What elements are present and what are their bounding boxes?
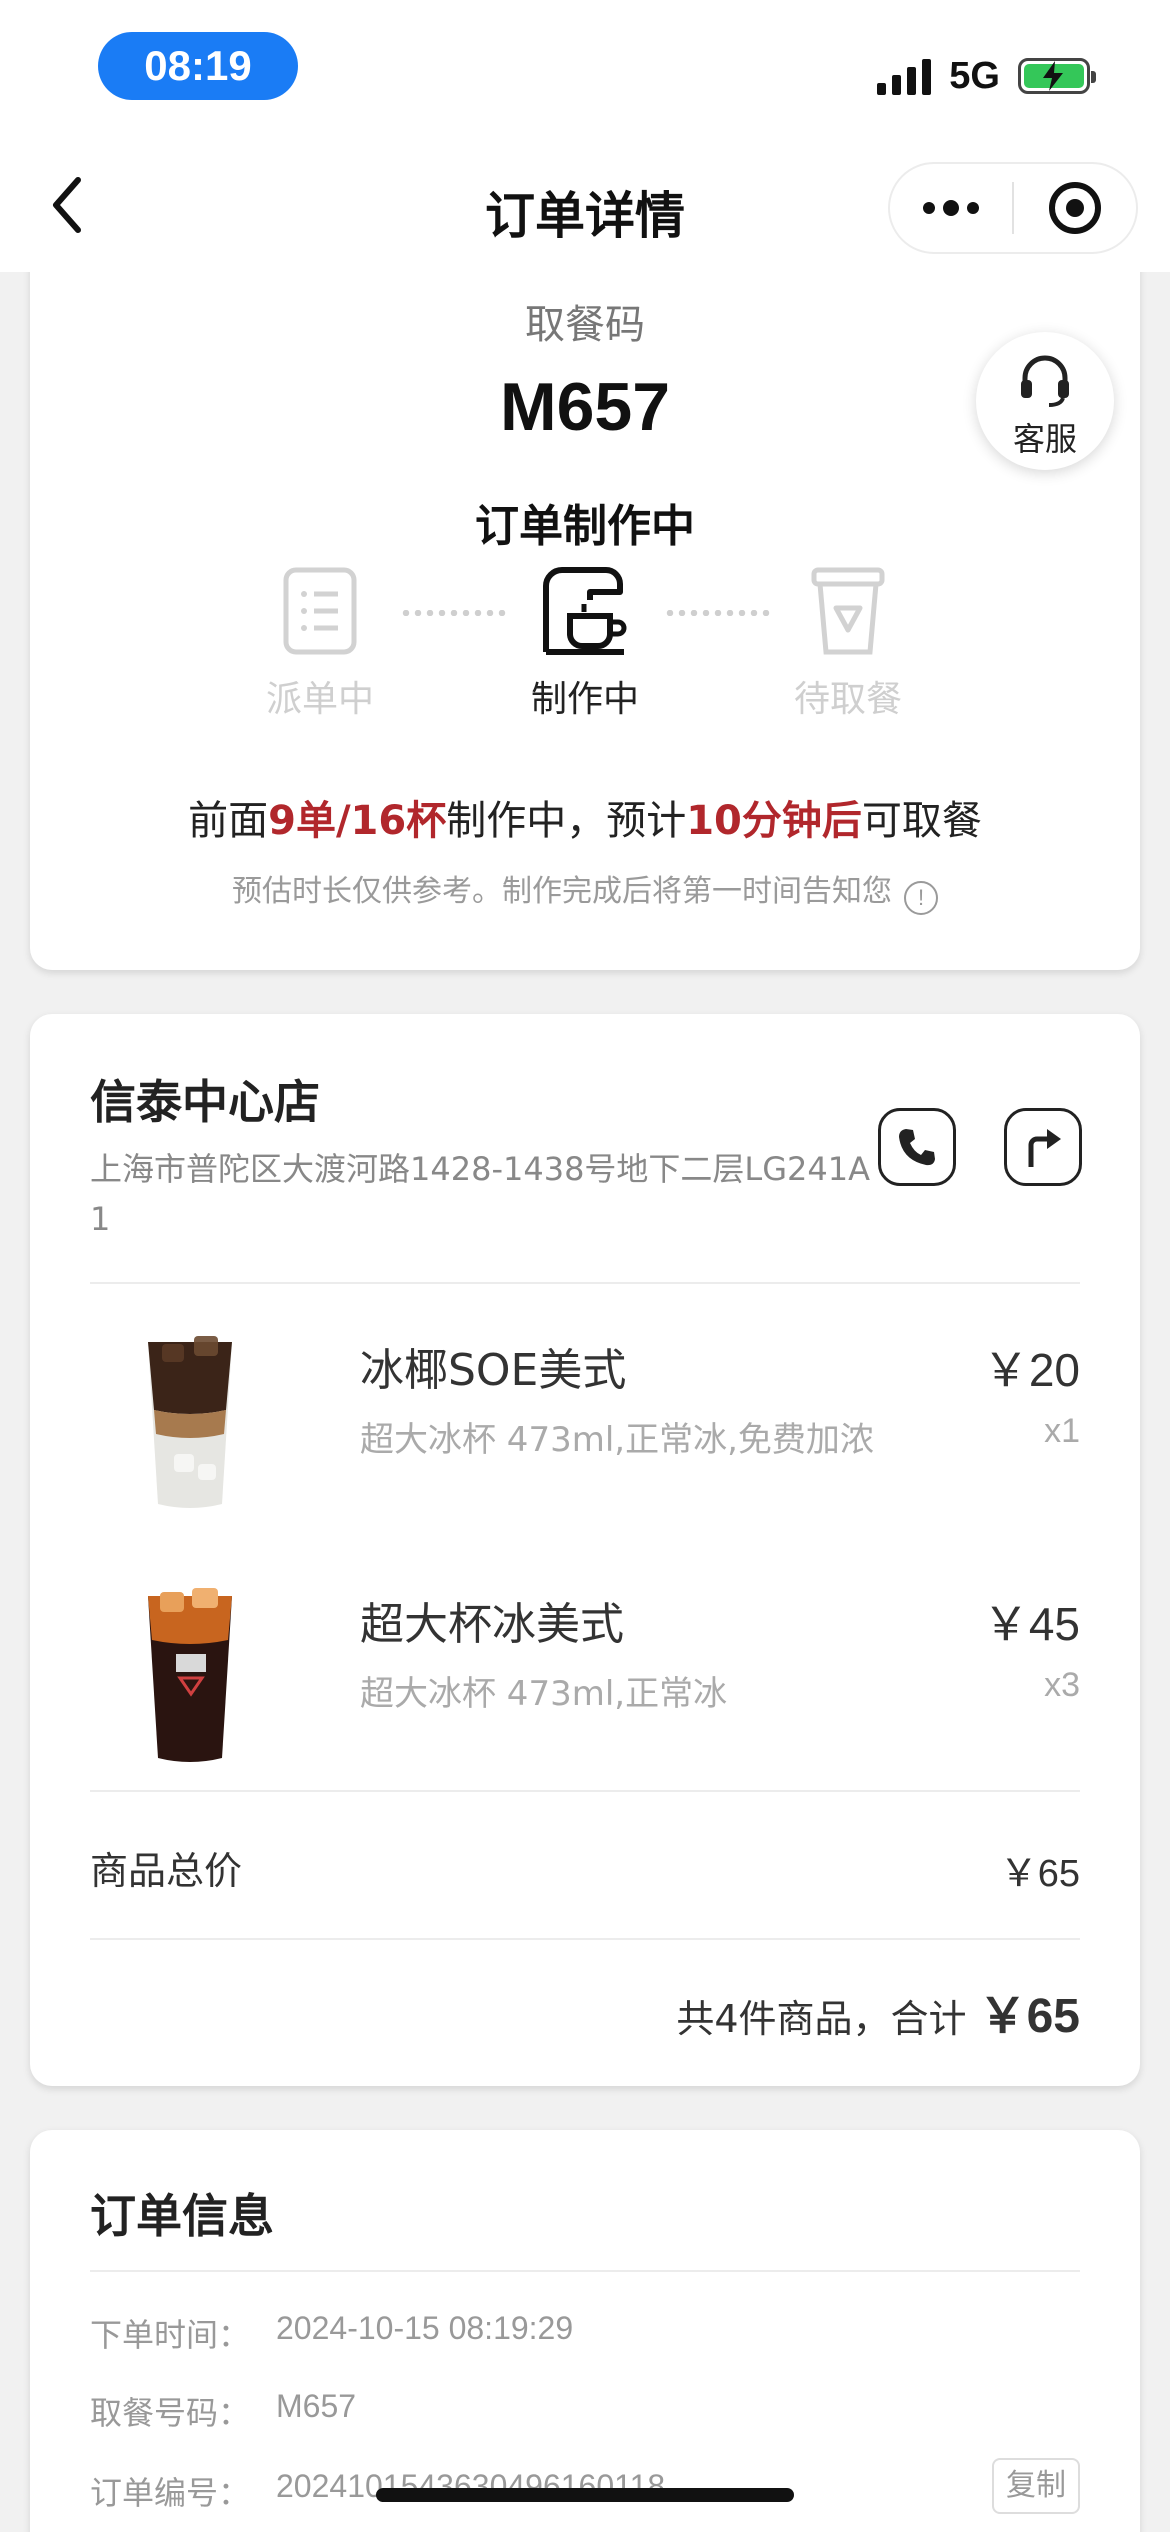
navigate-button[interactable] bbox=[1004, 1108, 1082, 1186]
customer-service-label: 客服 bbox=[1012, 420, 1077, 458]
product-image-iced-americano bbox=[148, 1588, 232, 1762]
order-info-card: 订单信息 下单时间： 2024-10-15 08:19:29 取餐号码： M65… bbox=[30, 2130, 1140, 2532]
product-image-iced-coconut-americano bbox=[148, 1336, 232, 1508]
row-key: 下单时间： bbox=[90, 2316, 251, 2354]
item-name: 超大杯冰美式 bbox=[360, 1599, 624, 1650]
queue-count: 9单/16杯 bbox=[268, 798, 447, 844]
top-bar: 08:19 5G 订单详情 bbox=[0, 0, 1170, 272]
row-key: 订单编号： bbox=[90, 2474, 251, 2512]
direction-icon bbox=[1028, 1129, 1061, 1167]
headset-icon bbox=[1021, 355, 1069, 407]
store-address: 上海市普陀区大渡河路1428-1438号地下二层LG241A1 bbox=[90, 1150, 871, 1238]
close-mini-program-button[interactable] bbox=[1014, 182, 1136, 234]
divider bbox=[90, 1282, 1080, 1284]
step-label: 待取餐 bbox=[793, 679, 902, 720]
step-dispatching: 派单中 bbox=[240, 566, 400, 722]
mini-program-capsule bbox=[888, 162, 1138, 254]
divider bbox=[90, 1790, 1080, 1792]
network-type: 5G bbox=[949, 54, 1000, 97]
store-name: 信泰中心店 bbox=[90, 1075, 320, 1129]
item-spec: 超大冰杯 473ml,正常冰 bbox=[360, 1674, 728, 1714]
row-value: 2024-10-15 08:19:29 bbox=[276, 2310, 574, 2346]
more-button[interactable] bbox=[890, 200, 1012, 216]
step-connector bbox=[664, 610, 774, 616]
item-name: 冰椰SOE美式 bbox=[360, 1345, 627, 1396]
subtotal-value: ￥65 bbox=[999, 1853, 1080, 1895]
pickup-code-label: 取餐码 bbox=[525, 302, 645, 348]
home-indicator bbox=[376, 2488, 794, 2502]
pickup-card: 取餐码 M657 订单制作中 客服 派单中 制作中 待取餐 前面9单/16杯制作… bbox=[30, 210, 1140, 970]
item-quantity: x1 bbox=[1044, 1412, 1080, 1450]
coffee-machine-icon bbox=[543, 567, 627, 655]
step-making: 制作中 bbox=[505, 566, 665, 722]
clipboard-icon bbox=[283, 567, 357, 655]
order-status-title: 订单制作中 bbox=[475, 501, 695, 552]
item-price: ￥45 bbox=[982, 1598, 1080, 1650]
divider bbox=[90, 2270, 1080, 2272]
eta-time: 10分钟后 bbox=[686, 798, 862, 844]
step-connector bbox=[400, 610, 510, 616]
copy-button[interactable]: 复制 bbox=[992, 2458, 1080, 2514]
order-item: 冰椰SOE美式 超大冰杯 473ml,正常冰,免费加浓 ￥20 x1 bbox=[90, 1304, 1080, 1524]
order-item: 超大杯冰美式 超大冰杯 473ml,正常冰 ￥45 x3 bbox=[90, 1558, 1080, 1778]
item-spec: 超大冰杯 473ml,正常冰,免费加浓 bbox=[360, 1420, 874, 1460]
pickup-number-row: 取餐号码： M657 bbox=[90, 2388, 1080, 2438]
signal-icon bbox=[877, 57, 932, 95]
info-icon[interactable]: ! bbox=[904, 881, 938, 915]
step-label: 派单中 bbox=[265, 679, 374, 720]
row-key: 取餐号码： bbox=[90, 2394, 251, 2432]
app-root: 08:19 5G 订单详情 取餐码 M657 订单制作中 客服 派单中 制作中 … bbox=[0, 0, 1170, 2532]
order-total: 共4件商品，合计 ￥65 bbox=[676, 1990, 1080, 2043]
store-order-card: 信泰中心店 上海市普陀区大渡河路1428-1438号地下二层LG241A1 冰椰… bbox=[30, 1014, 1140, 2086]
status-time: 08:19 bbox=[98, 32, 298, 100]
order-time-row: 下单时间： 2024-10-15 08:19:29 bbox=[90, 2310, 1080, 2360]
status-indicators: 5G bbox=[877, 46, 1096, 106]
phone-icon bbox=[899, 1129, 935, 1166]
step-ready: 待取餐 bbox=[768, 566, 928, 722]
divider bbox=[90, 1938, 1080, 1940]
target-icon bbox=[1048, 182, 1101, 234]
subtotal-label: 商品总价 bbox=[90, 1849, 243, 1893]
eta-message: 前面9单/16杯制作中，预计10分钟后可取餐 bbox=[188, 798, 982, 844]
call-store-button[interactable] bbox=[878, 1108, 956, 1186]
cup-icon bbox=[811, 567, 885, 655]
order-info-title: 订单信息 bbox=[90, 2189, 274, 2243]
eta-note: 预估时长仅供参考。制作完成后将第一时间告知您! bbox=[30, 866, 1140, 915]
total-amount: ￥65 bbox=[978, 1990, 1080, 2043]
battery-icon bbox=[1018, 58, 1096, 94]
item-price: ￥20 bbox=[982, 1344, 1080, 1396]
pickup-code: M657 bbox=[499, 369, 671, 445]
customer-service-button[interactable]: 客服 bbox=[976, 332, 1114, 470]
step-label: 制作中 bbox=[530, 679, 639, 720]
row-value: M657 bbox=[276, 2388, 357, 2424]
item-quantity: x3 bbox=[1044, 1666, 1080, 1704]
